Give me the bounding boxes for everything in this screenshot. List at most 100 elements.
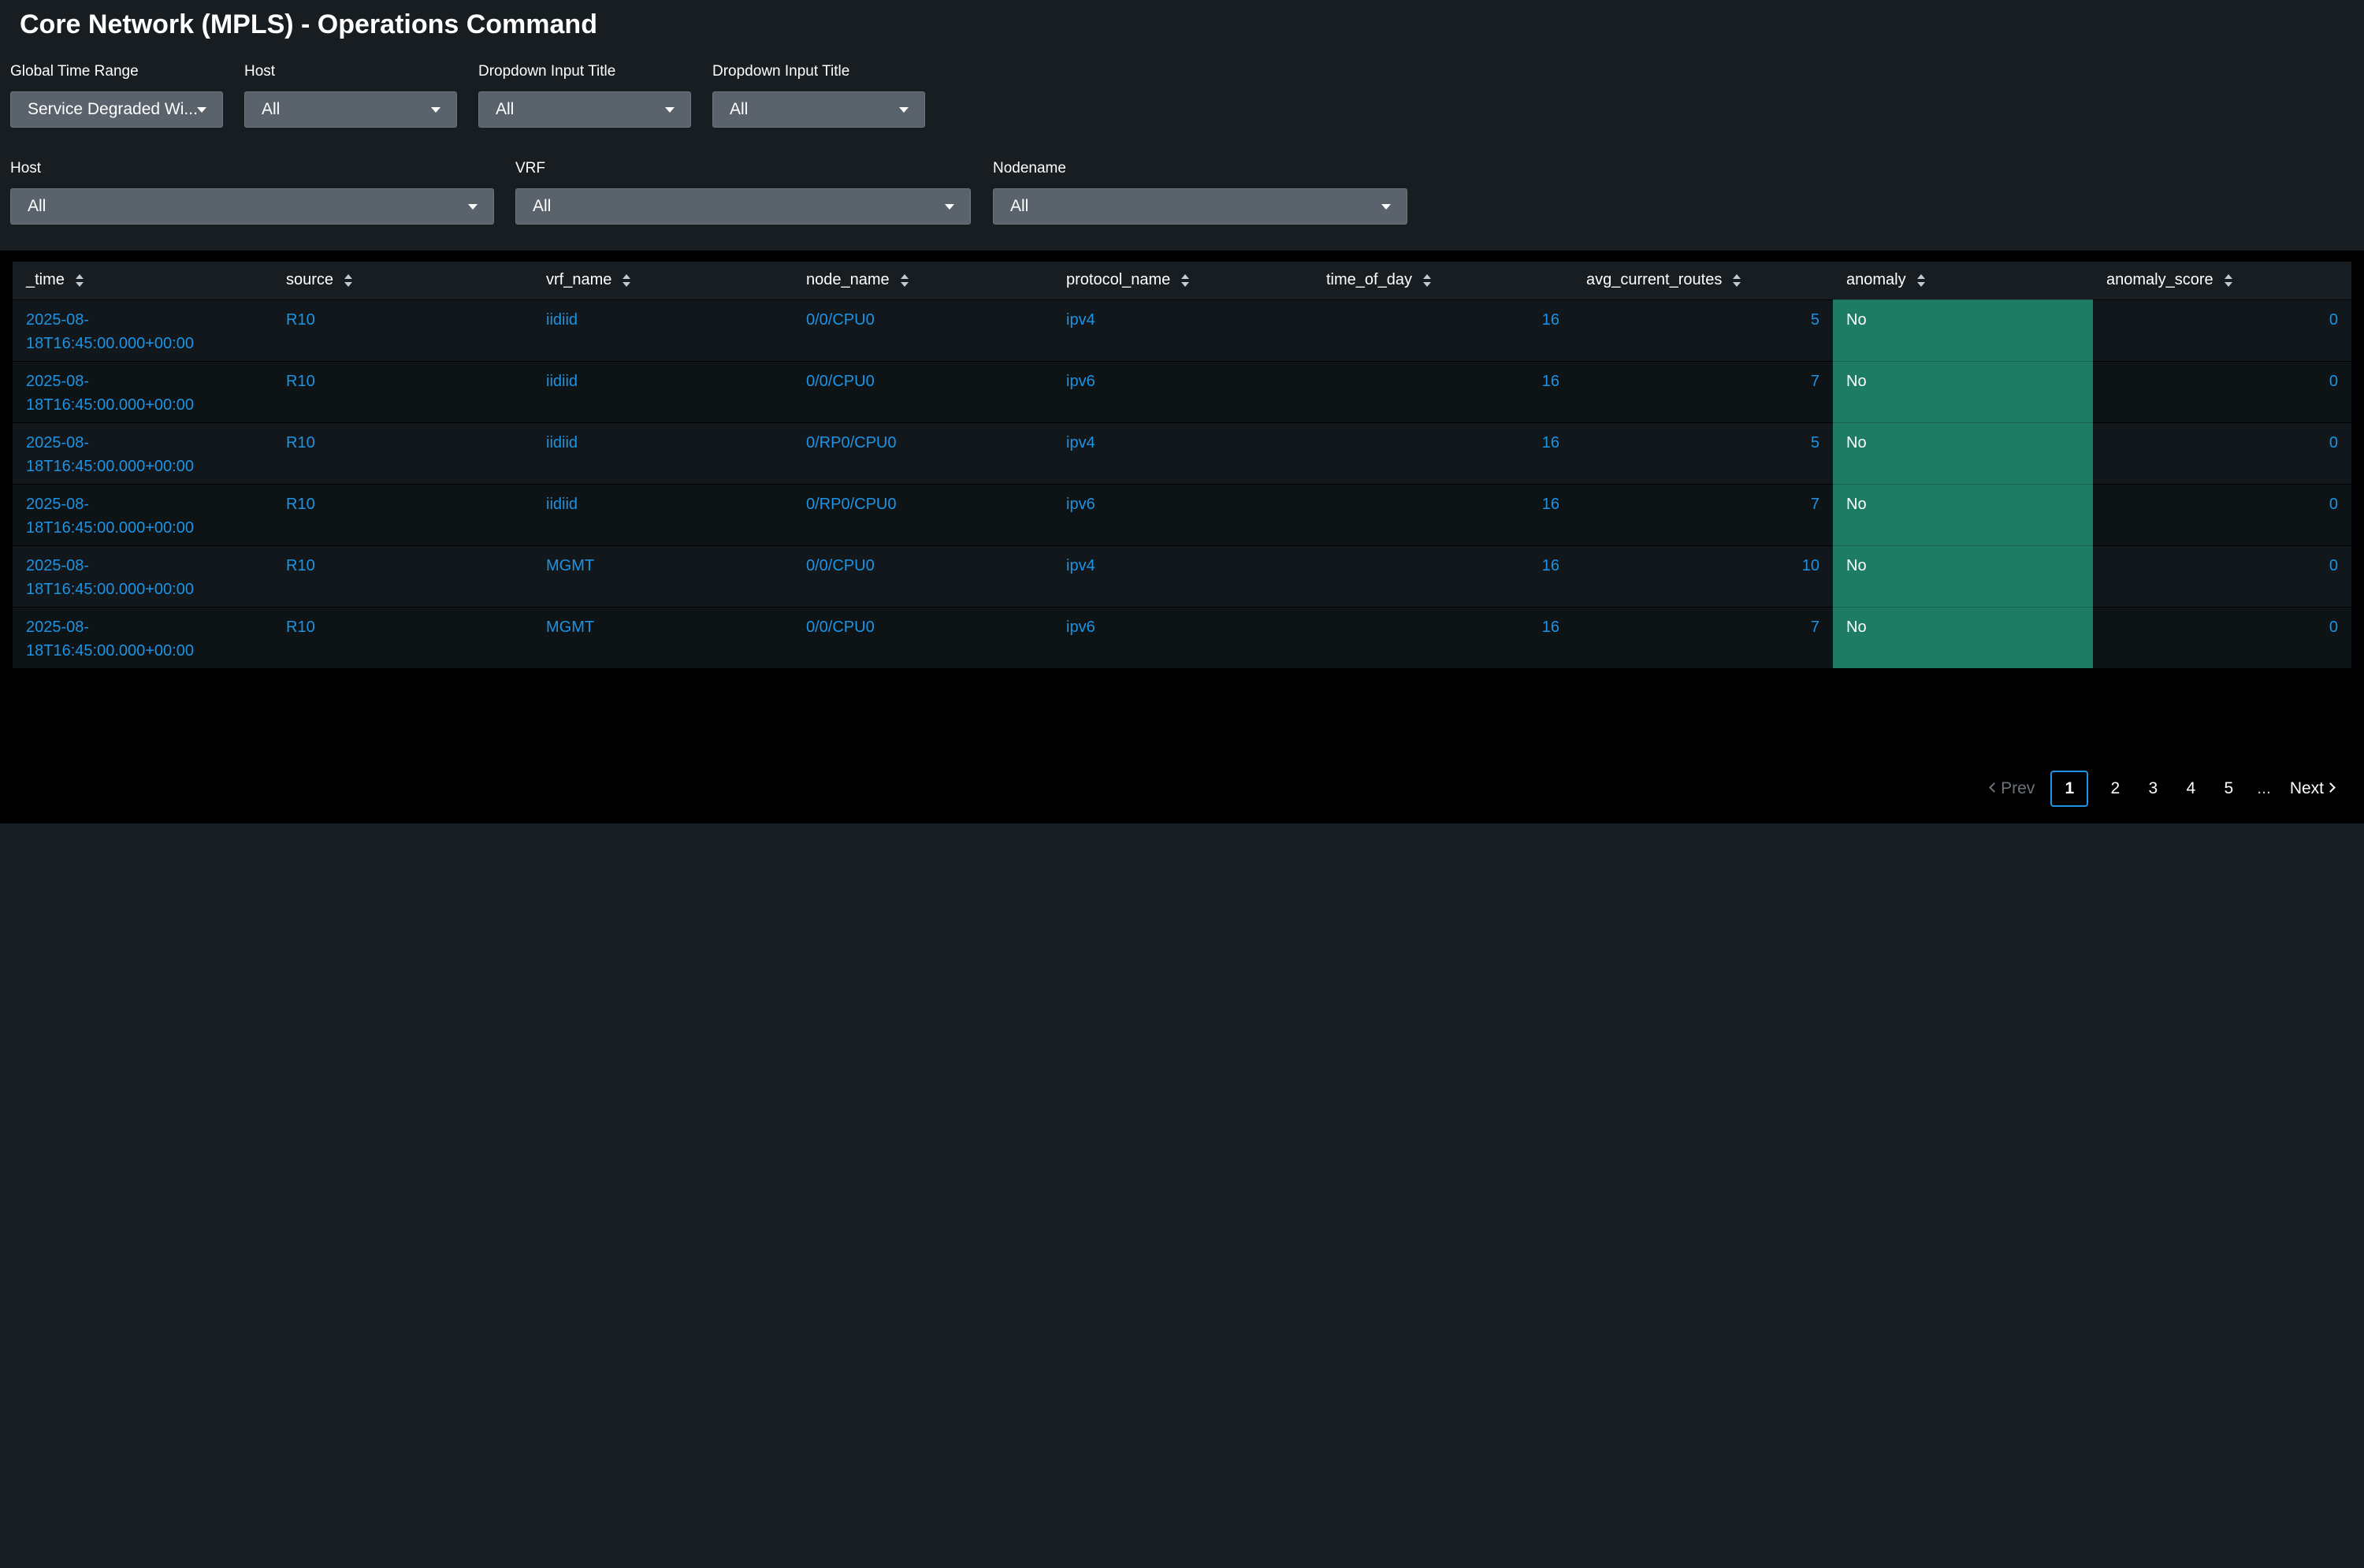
cell-link[interactable]: 16 [1542, 496, 1559, 513]
cell-time[interactable]: 2025-08- 18T16:45:00.000+00:00 [13, 483, 273, 545]
cell-anomaly[interactable]: No [1833, 422, 2093, 484]
cell-vrf-name[interactable]: MGMT [533, 544, 793, 607]
column-header-node-name[interactable]: node_name [793, 262, 1053, 299]
cell-time-of-day[interactable]: 16 [1313, 483, 1573, 545]
cell-time[interactable]: 2025-08- 18T16:45:00.000+00:00 [13, 606, 273, 668]
cell-source[interactable]: R10 [273, 422, 533, 484]
cell-avg-current-routes[interactable]: 5 [1573, 422, 1833, 484]
cell-link[interactable]: 5 [1811, 311, 1819, 329]
cell-protocol-name[interactable]: ipv4 [1053, 299, 1313, 361]
cell-protocol-name[interactable]: ipv6 [1053, 483, 1313, 545]
cell-link[interactable]: 16 [1542, 373, 1559, 390]
cell-link[interactable]: 0/0/CPU0 [806, 557, 875, 574]
time-line-2[interactable]: 18T16:45:00.000+00:00 [26, 642, 194, 660]
cell-source[interactable]: R10 [273, 360, 533, 422]
time-line-2[interactable]: 18T16:45:00.000+00:00 [26, 396, 194, 414]
cell-time[interactable]: 2025-08- 18T16:45:00.000+00:00 [13, 360, 273, 422]
cell-source[interactable]: R10 [273, 606, 533, 668]
column-header-source[interactable]: source [273, 262, 533, 299]
time-line-1[interactable]: 2025-08- [26, 373, 89, 390]
page-5-button[interactable]: 5 [2210, 771, 2247, 807]
cell-link[interactable]: MGMT [546, 557, 594, 574]
cell-link[interactable]: 0 [2329, 311, 2338, 329]
cell-vrf-name[interactable]: iidiid [533, 422, 793, 484]
time-line-2[interactable]: 18T16:45:00.000+00:00 [26, 519, 194, 537]
prev-page-button[interactable]: Prev [1981, 771, 2044, 807]
dropdown-input-2[interactable]: All [712, 91, 925, 128]
page-1-button[interactable]: 1 [2050, 771, 2089, 807]
cell-link[interactable]: 16 [1542, 619, 1559, 636]
cell-link[interactable]: ipv6 [1066, 496, 1095, 513]
cell-anomaly[interactable]: No [1833, 299, 2093, 361]
cell-avg-current-routes[interactable]: 7 [1573, 360, 1833, 422]
cell-link[interactable]: R10 [286, 373, 315, 390]
time-range-dropdown[interactable]: Service Degraded Wi... [10, 91, 223, 128]
cell-anomaly[interactable]: No [1833, 544, 2093, 607]
cell-link[interactable]: ipv4 [1066, 434, 1095, 451]
column-header-time-of-day[interactable]: time_of_day [1313, 262, 1573, 299]
cell-link[interactable]: ipv6 [1066, 373, 1095, 390]
cell-vrf-name[interactable]: iidiid [533, 360, 793, 422]
vrf-dropdown[interactable]: All [515, 188, 971, 225]
cell-link[interactable]: iidiid [546, 373, 578, 390]
page-4-button[interactable]: 4 [2172, 771, 2210, 807]
cell-vrf-name[interactable]: iidiid [533, 299, 793, 361]
cell-avg-current-routes[interactable]: 5 [1573, 299, 1833, 361]
time-line-2[interactable]: 18T16:45:00.000+00:00 [26, 458, 194, 475]
dropdown-input-1[interactable]: All [478, 91, 691, 128]
time-line-1[interactable]: 2025-08- [26, 496, 89, 513]
cell-time[interactable]: 2025-08- 18T16:45:00.000+00:00 [13, 544, 273, 607]
cell-vrf-name[interactable]: iidiid [533, 483, 793, 545]
cell-time-of-day[interactable]: 16 [1313, 299, 1573, 361]
cell-vrf-name[interactable]: MGMT [533, 606, 793, 668]
cell-link[interactable]: ipv4 [1066, 311, 1095, 329]
cell-anomaly-score[interactable]: 0 [2093, 422, 2351, 484]
cell-time-of-day[interactable]: 16 [1313, 544, 1573, 607]
cell-link[interactable]: 7 [1811, 373, 1819, 390]
cell-anomaly[interactable]: No [1833, 360, 2093, 422]
cell-anomaly[interactable]: No [1833, 606, 2093, 668]
cell-link[interactable]: 16 [1542, 557, 1559, 574]
cell-link[interactable]: 16 [1542, 434, 1559, 451]
cell-anomaly-score[interactable]: 0 [2093, 544, 2351, 607]
cell-link[interactable]: 0/0/CPU0 [806, 311, 875, 329]
page-2-button[interactable]: 2 [2096, 771, 2134, 807]
page-3-button[interactable]: 3 [2134, 771, 2172, 807]
cell-node-name[interactable]: 0/0/CPU0 [793, 606, 1053, 668]
host-dropdown[interactable]: All [244, 91, 457, 128]
cell-protocol-name[interactable]: ipv4 [1053, 544, 1313, 607]
cell-node-name[interactable]: 0/0/CPU0 [793, 544, 1053, 607]
cell-node-name[interactable]: 0/0/CPU0 [793, 299, 1053, 361]
host-dropdown-2[interactable]: All [10, 188, 494, 225]
cell-link[interactable]: 0 [2329, 619, 2338, 636]
time-line-1[interactable]: 2025-08- [26, 557, 89, 574]
cell-link[interactable]: 0 [2329, 434, 2338, 451]
time-line-1[interactable]: 2025-08- [26, 619, 89, 636]
cell-link[interactable]: 7 [1811, 496, 1819, 513]
cell-anomaly[interactable]: No [1833, 483, 2093, 545]
cell-link[interactable]: 0/0/CPU0 [806, 373, 875, 390]
nodename-dropdown[interactable]: All [993, 188, 1407, 225]
cell-avg-current-routes[interactable]: 7 [1573, 483, 1833, 545]
cell-source[interactable]: R10 [273, 483, 533, 545]
cell-link[interactable]: 16 [1542, 311, 1559, 329]
cell-link[interactable]: iidiid [546, 311, 578, 329]
cell-link[interactable]: iidiid [546, 496, 578, 513]
column-header-protocol-name[interactable]: protocol_name [1053, 262, 1313, 299]
cell-node-name[interactable]: 0/RP0/CPU0 [793, 483, 1053, 545]
cell-anomaly-score[interactable]: 0 [2093, 606, 2351, 668]
cell-time-of-day[interactable]: 16 [1313, 422, 1573, 484]
cell-link[interactable]: 5 [1811, 434, 1819, 451]
cell-link[interactable]: 7 [1811, 619, 1819, 636]
time-line-1[interactable]: 2025-08- [26, 311, 89, 329]
column-header-anomaly[interactable]: anomaly [1833, 262, 2093, 299]
cell-link[interactable]: R10 [286, 311, 315, 329]
cell-source[interactable]: R10 [273, 544, 533, 607]
cell-anomaly-score[interactable]: 0 [2093, 299, 2351, 361]
cell-link[interactable]: 0/RP0/CPU0 [806, 434, 897, 451]
cell-node-name[interactable]: 0/0/CPU0 [793, 360, 1053, 422]
next-page-button[interactable]: Next [2280, 771, 2344, 807]
time-line-2[interactable]: 18T16:45:00.000+00:00 [26, 581, 194, 598]
cell-link[interactable]: R10 [286, 619, 315, 636]
cell-link[interactable]: 0 [2329, 373, 2338, 390]
